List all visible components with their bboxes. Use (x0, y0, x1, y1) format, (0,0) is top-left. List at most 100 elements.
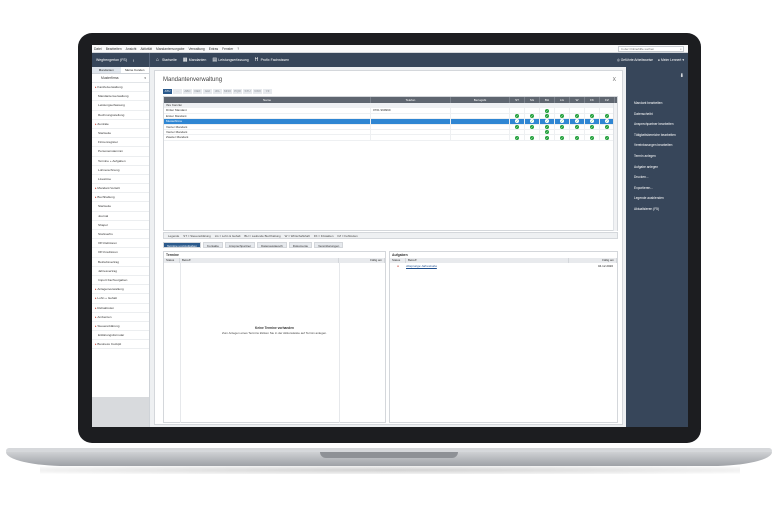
detail-tab[interactable]: Termine und Aufgaben (163, 242, 202, 248)
check-icon: ✓ (530, 119, 534, 124)
client-bezug (451, 129, 510, 135)
menu-item[interactable]: Bearbeiten (106, 47, 122, 51)
status-cell: ✓ (555, 113, 570, 119)
sidebar-item[interactable]: Startseite (92, 202, 149, 212)
sidebar-item[interactable]: Firmenregister (92, 138, 149, 148)
sidebar-item[interactable]: ▸Business Cockpit (92, 340, 149, 350)
sidebar-item[interactable]: ▸Lohn + Gehalt (92, 294, 149, 304)
alpha-tab[interactable]: ATU (163, 89, 172, 94)
mandanten-button[interactable]: ▦ Mandanten (183, 57, 207, 63)
sidebar-item[interactable]: Startseite (92, 129, 149, 139)
help-search-input[interactable]: In der Onlinehilfe suchen ⌕ (618, 46, 684, 52)
menu-item[interactable]: Extras (209, 47, 218, 51)
col-status[interactable]: Status (164, 258, 180, 263)
context-selector[interactable]: Wegfrengerton (FS) ! (92, 53, 150, 67)
close-icon[interactable]: X (613, 77, 616, 83)
client-name: Zweiter Mandant (164, 135, 371, 140)
alpha-tab[interactable]: MNO (223, 89, 232, 94)
action-item[interactable]: Termin anlegen (634, 154, 676, 166)
alpha-tab[interactable]: STU (243, 89, 252, 94)
table-scrollbar[interactable] (613, 103, 617, 231)
col-faellig[interactable]: Fällig am (569, 258, 617, 263)
menu-item[interactable]: Ansicht (126, 47, 137, 51)
client-selector[interactable]: Musterfirma ▾ (92, 74, 149, 83)
guided-mode-link[interactable]: Geführte Arbeitsweise (621, 58, 653, 62)
sidebar-item[interactable]: Rechnungsstellung (92, 111, 149, 120)
sidebar-item[interactable]: Journal (92, 212, 149, 221)
status-cell: ✓ (540, 119, 555, 124)
sidebar-item[interactable]: Mandantenverwaltung (92, 92, 149, 102)
col-betreff[interactable]: Betreff (406, 258, 569, 263)
pin-icon[interactable]: ⬇ (680, 73, 684, 79)
profix-button[interactable]: H Profix Fachwissen (255, 57, 289, 63)
menu-item[interactable]: ? (237, 47, 239, 51)
alpha-tab[interactable]: DEF (193, 89, 202, 94)
sidebar-item[interactable]: Storkserbs (92, 230, 149, 240)
alpha-tab[interactable]: VWX (253, 89, 262, 94)
sidebar-item[interactable]: ▸Rehaktrolen (92, 304, 149, 313)
status-cell (525, 108, 540, 113)
alpha-tab[interactable]: YZ (263, 89, 272, 94)
sidebar-item-label: Anlagenverwaltung (97, 287, 124, 292)
detail-tab[interactable]: Vereinbarungen (314, 242, 344, 248)
col-faellig[interactable]: Fällig am (339, 258, 385, 263)
user-menu[interactable]: Meier Lennert (661, 58, 681, 62)
user-icon: ● (658, 58, 660, 62)
sidebar-item[interactable]: Lohnerechnung (92, 166, 149, 175)
sidebar-item[interactable]: ▸Steuererklärung (92, 322, 149, 332)
start-button[interactable]: ⌂ Startseite (156, 57, 177, 63)
alpha-tab[interactable]: GHI (203, 89, 212, 94)
chevron-down-icon[interactable]: ▾ (682, 58, 684, 62)
laptop-notch (320, 452, 458, 458)
alpha-filter-tabs: ATU... ABC DEF GHI JKL MNO PQR STU VWX YZ (163, 89, 273, 94)
sidebar-item[interactable]: ▸Zentrale (92, 120, 149, 129)
shield-icon: ◎ (616, 58, 620, 62)
sidebar-item[interactable]: ▸Anlagenverwaltung (92, 285, 149, 295)
sidebar-item[interactable]: Leistungserfassung (92, 101, 149, 111)
sidebar-item[interactable]: Import Fachvorgaben (92, 276, 149, 286)
menu-item[interactable]: Verwaltung (188, 47, 204, 51)
tab-meine-kunden[interactable]: Meine Kunden (121, 67, 150, 73)
menu-item[interactable]: Mandantenvorgabe (156, 47, 184, 51)
col-status[interactable]: Status (390, 258, 406, 263)
search-icon[interactable]: ⌕ (680, 47, 682, 51)
sidebar-item[interactable]: OP-Kreditoren (92, 248, 149, 258)
col-betreff[interactable]: Betreff (180, 258, 339, 263)
leistung-button[interactable]: ▤ Leistungserfassung (212, 57, 248, 63)
sidebar-item[interactable]: ▸Ambenten (92, 313, 149, 322)
tab-mandanten[interactable]: Mandanten (92, 67, 121, 73)
status-cell: ✓ (555, 119, 570, 124)
sidebar-item[interactable]: Betriebsvertrag (92, 258, 149, 267)
detail-tab[interactable]: Kontakte (203, 242, 223, 248)
sidebar-item[interactable]: Termine + Aufgaben (92, 157, 149, 166)
sidebar-item[interactable]: ▸Kanzleiverwaltung (92, 83, 149, 93)
sidebar-item[interactable]: ▸Mandant Verteilt (92, 184, 149, 194)
task-row[interactable]: ● Absprunge Jahreskuba 04.12.2020 (390, 263, 617, 269)
sidebar-item[interactable]: Personenstammm (92, 147, 149, 157)
action-item[interactable]: Mandant bearbeiten (634, 101, 676, 113)
sidebar-item[interactable]: ▸Buchhaltung (92, 193, 149, 203)
sidebar-item[interactable]: Livestime (92, 175, 149, 185)
sidebar-item[interactable]: Jahresvertrag (92, 267, 149, 276)
action-item[interactable]: Aktualisieren (F5) (634, 207, 676, 219)
detail-tab[interactable]: Dokumente (288, 242, 313, 248)
status-cell: ✓ (525, 119, 540, 124)
chevron-down-icon[interactable]: ▾ (144, 74, 146, 83)
menu-item[interactable]: Aktivität (140, 47, 152, 51)
alpha-tab[interactable]: ABC (183, 89, 192, 94)
menu-item[interactable]: Datei (94, 47, 102, 51)
menu-item[interactable]: Fenster (222, 47, 233, 51)
sidebar-item[interactable]: Erklärungsformular (92, 331, 149, 341)
sidebar-item[interactable]: Shapol (92, 221, 149, 230)
task-link[interactable]: Absprunge Jahreskuba (406, 264, 576, 268)
sidebar-item[interactable]: OP-Debitoren (92, 239, 149, 249)
detail-tab[interactable]: Ansprechpartner (224, 242, 256, 248)
detail-tab[interactable]: Datenaustausch (257, 242, 287, 248)
table-row[interactable]: Zweiter Mandant ✓ ✓ ✓ ✓ ✓ ✓ ✓ (164, 135, 617, 141)
info-icon[interactable]: ! (133, 58, 134, 63)
status-cell: ✓ (570, 113, 585, 119)
empty-text: Zum Anlegen eines Termins klicken Sie in… (221, 331, 328, 335)
alpha-tab[interactable]: PQR (233, 89, 242, 94)
alpha-tab[interactable]: ... (173, 89, 182, 94)
alpha-tab[interactable]: JKL (213, 89, 222, 94)
